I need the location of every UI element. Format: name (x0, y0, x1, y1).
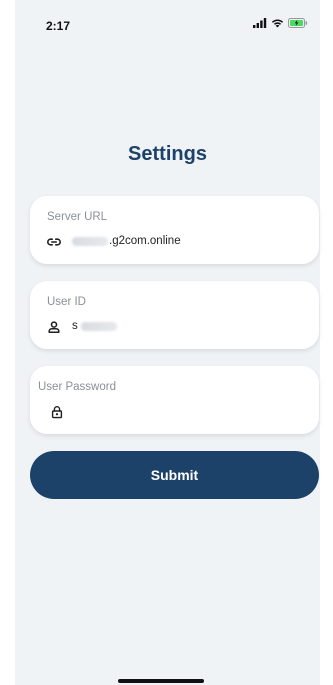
server-url-text: .g2com.online (109, 235, 181, 247)
settings-screen: 2:17 Settings Server URL .g2com.online U… (15, 0, 320, 685)
user-id-label: User ID (47, 296, 86, 308)
battery-icon (288, 18, 308, 28)
user-id-value[interactable]: s (72, 320, 118, 332)
redacted-text (80, 321, 117, 331)
user-password-field[interactable]: User Password (30, 366, 319, 434)
server-url-label: Server URL (47, 211, 108, 223)
user-password-label: User Password (38, 381, 116, 393)
home-indicator (118, 679, 204, 683)
submit-button[interactable]: Submit (30, 451, 319, 499)
person-icon (48, 321, 60, 334)
lock-icon (51, 406, 63, 419)
redacted-text (72, 236, 108, 246)
status-icons (253, 18, 308, 28)
user-id-field[interactable]: User ID s (30, 281, 319, 349)
signal-icon (253, 18, 267, 28)
user-id-text: s (72, 320, 78, 332)
wifi-icon (271, 19, 284, 28)
status-bar: 2:17 (15, 0, 320, 40)
server-url-value[interactable]: .g2com.online (72, 235, 181, 247)
status-time: 2:17 (46, 19, 71, 33)
page-title: Settings (128, 143, 207, 165)
server-url-field[interactable]: Server URL .g2com.online (30, 196, 319, 264)
link-icon (47, 238, 61, 246)
